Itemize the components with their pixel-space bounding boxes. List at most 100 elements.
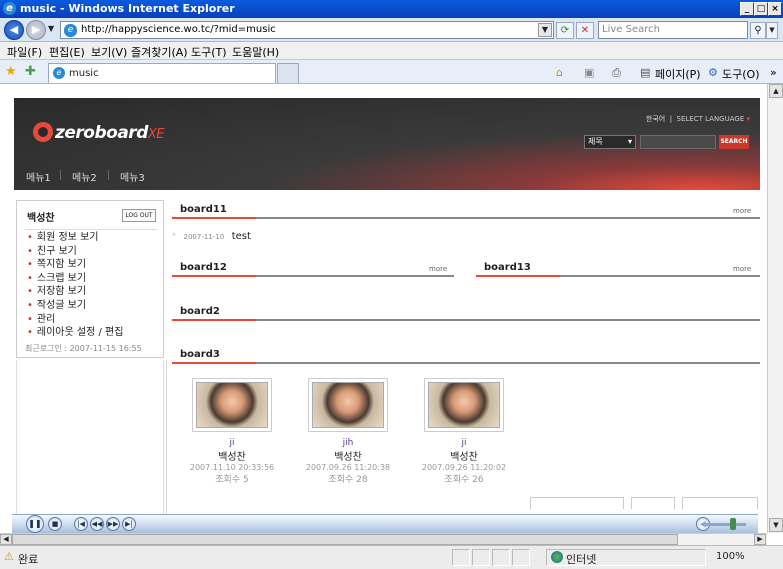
gallery-thumbnail[interactable] [192,378,272,432]
author-nick[interactable]: jih [288,438,408,448]
ie-icon: e [3,2,16,15]
horizontal-scrollbar[interactable]: ◀ ▶ [0,533,767,545]
menu-edit[interactable]: 편집(E) [49,44,85,60]
link-saved[interactable]: 저장함 보기 [27,285,123,299]
gallery-thumbnail[interactable] [424,378,504,432]
tab-music[interactable]: e music [48,63,276,83]
board2-title[interactable]: board2 [180,306,220,317]
scroll-up-icon[interactable]: ▲ [769,84,783,98]
author-nick[interactable]: ji [172,438,292,448]
site-search-button[interactable]: SEARCH [719,135,749,149]
author-nick[interactable]: ji [404,438,524,448]
link-friends[interactable]: 친구 보기 [27,245,123,259]
status-cell [492,549,510,566]
zoom-level[interactable]: 100% [716,551,745,562]
board3-title[interactable]: board3 [180,349,220,360]
volume-knob[interactable] [730,518,736,530]
board12-more-link[interactable]: more [429,265,447,273]
gallery-caption: jih 백성찬 2007.09.26 11:20:38 조회수 28 [288,438,408,485]
tools-gear-icon: ⚙ [708,66,718,79]
next-icon[interactable]: ▶| [122,517,136,531]
back-button[interactable]: ◀ [4,20,24,40]
link-admin[interactable]: 관리 [27,313,123,327]
stop-icon[interactable]: ■ [48,517,62,531]
media-player-bar: ❚❚ ■ |◀ ◀◀ ▶▶ ▶| ◁ [12,514,758,533]
tab-bar: ★ ✚ e music ⌂ ▣ ⎙ ▤ 페이지(P) ⚙ 도구(O) » [0,60,783,84]
link-member-info[interactable]: 회원 정보 보기 [27,231,123,245]
view-count: 조회수 26 [444,475,484,485]
maximize-button[interactable]: □ [754,2,768,16]
gallery-thumbnail[interactable] [308,378,388,432]
link-scraps[interactable]: 스크랩 보기 [27,272,123,286]
search-dropdown-icon[interactable]: ▼ [766,22,778,39]
favorites-star-icon[interactable]: ★ [5,64,17,79]
scroll-down-icon[interactable]: ▼ [769,518,783,532]
live-search-input[interactable]: Live Search [598,21,748,39]
board12-title[interactable]: board12 [180,262,227,273]
link-my-posts[interactable]: 작성글 보기 [27,299,123,313]
vertical-scrollbar[interactable]: ▲ ▼ [767,84,783,533]
internet-globe-icon [551,551,563,563]
pause-icon[interactable]: ❚❚ [26,515,44,533]
scroll-left-icon[interactable]: ◀ [0,534,12,545]
post-title[interactable]: test [232,231,251,242]
security-zone[interactable]: 인터넷 [566,551,596,567]
search-icon[interactable]: ⚲ [750,22,766,39]
minimize-button[interactable]: _ [740,2,754,16]
feeds-icon[interactable]: ▣ [584,66,594,79]
member-menu: 회원 정보 보기 친구 보기 쪽지함 보기 스크랩 보기 저장함 보기 작성글 … [27,231,124,340]
menu-view[interactable]: 보기(V) [91,44,127,60]
author-name[interactable]: 백성찬 [288,448,408,463]
forward-button[interactable]: ▶ [26,20,46,40]
site-search-input[interactable] [640,135,716,149]
language-selector[interactable]: 한국어 | SELECT LANGUAGE [646,114,750,124]
global-nav: 메뉴1 메뉴2 메뉴3 [14,160,760,190]
address-input[interactable]: e http://happyscience.wo.tc/?mid=music ▼ [60,21,554,39]
rewind-icon[interactable]: ◀◀ [90,517,104,531]
menu-favorites[interactable]: 즐겨찾기(A) [131,44,188,60]
add-favorite-icon[interactable]: ✚ [25,64,36,79]
link-layout-settings[interactable]: 레이아웃 설정 / 편집 [27,326,124,340]
menu-help[interactable]: 도움말(H) [232,44,279,60]
volume-slider[interactable] [702,523,746,526]
post-date: 2007.09.26 11:20:38 [305,463,391,472]
board11-post-row[interactable]: ° 2007-11-10 test [172,229,251,242]
photo [196,382,268,428]
board11-more-link[interactable]: more [733,207,751,215]
status-text: 완료 [18,553,39,566]
previous-icon[interactable]: |◀ [74,517,88,531]
menu-file[interactable]: 파일(F) [7,44,42,60]
author-name[interactable]: 백성찬 [404,448,524,463]
pager-box [530,497,624,509]
gnb-menu1[interactable]: 메뉴1 [26,169,51,184]
print-icon[interactable]: ⎙ [612,66,621,80]
warning-icon: ⚠ [4,550,14,563]
close-button[interactable]: × [768,2,782,16]
address-dropdown-icon[interactable]: ▼ [538,23,552,37]
menu-tools[interactable]: 도구(T) [191,44,227,60]
stop-button[interactable]: ✕ [576,22,594,39]
home-icon[interactable]: ⌂ [556,66,563,79]
board13-more-link[interactable]: more [733,265,751,273]
page-menu[interactable]: 페이지(P) [655,66,701,82]
fast-forward-icon[interactable]: ▶▶ [106,517,120,531]
scroll-right-icon[interactable]: ▶ [754,534,766,545]
logout-button[interactable]: LOG OUT [122,209,156,222]
history-dropdown-icon[interactable]: ▼ [48,24,54,33]
scroll-thumb[interactable] [12,534,678,545]
author-name[interactable]: 백성찬 [172,448,292,463]
board13-title[interactable]: board13 [484,262,531,273]
divider [25,229,157,230]
board3-underline [172,362,760,364]
new-tab-button[interactable] [277,63,299,83]
gnb-menu3[interactable]: 메뉴3 [120,169,145,184]
menu-bar: 파일(F) 편집(E) 보기(V) 즐겨찾기(A) 도구(T) 도움말(H) [0,42,783,60]
tools-menu[interactable]: 도구(O) [722,66,759,82]
link-messages[interactable]: 쪽지함 보기 [27,258,123,272]
search-target-select[interactable]: 제목 [584,135,636,149]
gnb-menu2[interactable]: 메뉴2 [72,169,97,184]
refresh-button[interactable]: ⟳ [556,22,574,39]
chevron-more-icon[interactable]: » [770,66,777,79]
site-logo[interactable]: zeroboardXE [33,122,165,143]
board11-title[interactable]: board11 [180,204,227,215]
